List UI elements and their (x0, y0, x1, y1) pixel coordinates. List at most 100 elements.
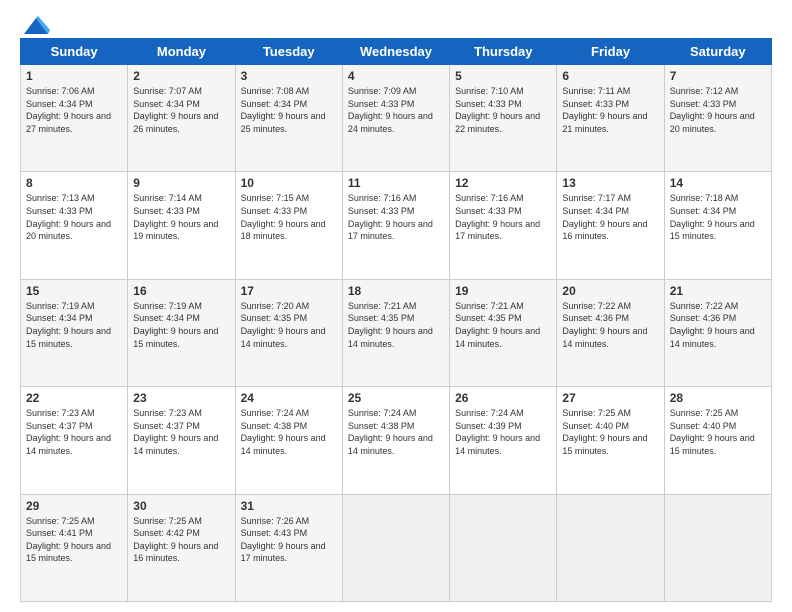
calendar-cell: 21 Sunrise: 7:22 AMSunset: 4:36 PMDayligh… (664, 279, 771, 386)
day-number: 9 (133, 176, 229, 190)
day-number: 7 (670, 69, 766, 83)
weekday-header: Wednesday (342, 39, 449, 65)
calendar-cell (557, 494, 664, 601)
day-info: Sunrise: 7:23 AMSunset: 4:37 PMDaylight:… (133, 407, 229, 457)
calendar-cell: 17Sunrise: 7:20 AMSunset: 4:35 PMDayligh… (235, 279, 342, 386)
day-number: 5 (455, 69, 551, 83)
day-info: Sunrise: 7:25 AMSunset: 4:42 PMDaylight:… (133, 515, 229, 565)
calendar-cell: 18 Sunrise: 7:21 AMSunset: 4:35 PMDayligh… (342, 279, 449, 386)
calendar-week-row: 15 Sunrise: 7:19 AMSunset: 4:34 PMDayligh… (21, 279, 772, 386)
day-info: Sunrise: 7:10 AMSunset: 4:33 PMDaylight:… (455, 85, 551, 135)
day-number: 11 (348, 176, 444, 190)
calendar-cell: 20 Sunrise: 7:22 AMSunset: 4:36 PMDayligh… (557, 279, 664, 386)
day-info: Sunrise: 7:08 AMSunset: 4:34 PMDaylight:… (241, 85, 337, 135)
weekday-header: Tuesday (235, 39, 342, 65)
day-number: 3 (241, 69, 337, 83)
calendar-cell: 13Sunrise: 7:17 AMSunset: 4:34 PMDayligh… (557, 172, 664, 279)
day-number: 15 (26, 284, 122, 298)
day-info: Sunrise: 7:21 AMSunset: 4:35 PMDaylight:… (455, 300, 551, 350)
calendar-cell: 25 Sunrise: 7:24 AMSunset: 4:38 PMDayligh… (342, 387, 449, 494)
day-number: 16 (133, 284, 229, 298)
day-number: 8 (26, 176, 122, 190)
calendar-header-row: SundayMondayTuesdayWednesdayThursdayFrid… (21, 39, 772, 65)
day-number: 30 (133, 499, 229, 513)
logo-text (20, 16, 50, 36)
calendar-cell: 26Sunrise: 7:24 AMSunset: 4:39 PMDayligh… (450, 387, 557, 494)
day-info: Sunrise: 7:16 AMSunset: 4:33 PMDaylight:… (455, 192, 551, 242)
calendar-body: 1Sunrise: 7:06 AMSunset: 4:34 PMDaylight… (21, 65, 772, 602)
calendar-cell: 7 Sunrise: 7:12 AMSunset: 4:33 PMDaylight… (664, 65, 771, 172)
day-number: 2 (133, 69, 229, 83)
day-info: Sunrise: 7:15 AMSunset: 4:33 PMDaylight:… (241, 192, 337, 242)
day-info: Sunrise: 7:21 AMSunset: 4:35 PMDaylight:… (348, 300, 444, 350)
calendar-cell: 22 Sunrise: 7:23 AMSunset: 4:37 PMDayligh… (21, 387, 128, 494)
day-number: 12 (455, 176, 551, 190)
day-info: Sunrise: 7:26 AMSunset: 4:43 PMDaylight:… (241, 515, 337, 565)
day-info: Sunrise: 7:19 AMSunset: 4:34 PMDaylight:… (26, 300, 122, 350)
day-number: 6 (562, 69, 658, 83)
day-info: Sunrise: 7:17 AMSunset: 4:34 PMDaylight:… (562, 192, 658, 242)
calendar-week-row: 1Sunrise: 7:06 AMSunset: 4:34 PMDaylight… (21, 65, 772, 172)
calendar-cell: 16Sunrise: 7:19 AMSunset: 4:34 PMDayligh… (128, 279, 235, 386)
calendar-week-row: 22 Sunrise: 7:23 AMSunset: 4:37 PMDayligh… (21, 387, 772, 494)
day-number: 20 (562, 284, 658, 298)
calendar-cell: 31 Sunrise: 7:26 AMSunset: 4:43 PMDayligh… (235, 494, 342, 601)
calendar-cell: 1Sunrise: 7:06 AMSunset: 4:34 PMDaylight… (21, 65, 128, 172)
calendar-cell: 4Sunrise: 7:09 AMSunset: 4:33 PMDaylight… (342, 65, 449, 172)
weekday-header: Friday (557, 39, 664, 65)
day-number: 1 (26, 69, 122, 83)
calendar-cell: 27 Sunrise: 7:25 AMSunset: 4:40 PMDayligh… (557, 387, 664, 494)
day-number: 14 (670, 176, 766, 190)
calendar-week-row: 8 Sunrise: 7:13 AMSunset: 4:33 PMDaylight… (21, 172, 772, 279)
day-info: Sunrise: 7:22 AMSunset: 4:36 PMDaylight:… (670, 300, 766, 350)
day-info: Sunrise: 7:07 AMSunset: 4:34 PMDaylight:… (133, 85, 229, 135)
calendar-cell: 8 Sunrise: 7:13 AMSunset: 4:33 PMDaylight… (21, 172, 128, 279)
weekday-header: Saturday (664, 39, 771, 65)
day-number: 25 (348, 391, 444, 405)
calendar-cell: 9 Sunrise: 7:14 AMSunset: 4:33 PMDaylight… (128, 172, 235, 279)
day-info: Sunrise: 7:22 AMSunset: 4:36 PMDaylight:… (562, 300, 658, 350)
day-number: 10 (241, 176, 337, 190)
day-number: 19 (455, 284, 551, 298)
calendar-cell: 29 Sunrise: 7:25 AMSunset: 4:41 PMDayligh… (21, 494, 128, 601)
day-info: Sunrise: 7:14 AMSunset: 4:33 PMDaylight:… (133, 192, 229, 242)
day-info: Sunrise: 7:13 AMSunset: 4:33 PMDaylight:… (26, 192, 122, 242)
calendar-cell: 24Sunrise: 7:24 AMSunset: 4:38 PMDayligh… (235, 387, 342, 494)
header (20, 16, 772, 32)
calendar-cell: 14 Sunrise: 7:18 AMSunset: 4:34 PMDayligh… (664, 172, 771, 279)
day-info: Sunrise: 7:18 AMSunset: 4:34 PMDaylight:… (670, 192, 766, 242)
calendar-cell: 3 Sunrise: 7:08 AMSunset: 4:34 PMDaylight… (235, 65, 342, 172)
day-number: 31 (241, 499, 337, 513)
calendar-cell: 23Sunrise: 7:23 AMSunset: 4:37 PMDayligh… (128, 387, 235, 494)
day-number: 28 (670, 391, 766, 405)
day-number: 29 (26, 499, 122, 513)
day-info: Sunrise: 7:23 AMSunset: 4:37 PMDaylight:… (26, 407, 122, 457)
day-number: 22 (26, 391, 122, 405)
day-number: 21 (670, 284, 766, 298)
calendar-cell: 10 Sunrise: 7:15 AMSunset: 4:33 PMDayligh… (235, 172, 342, 279)
weekday-header: Monday (128, 39, 235, 65)
calendar-cell: 28 Sunrise: 7:25 AMSunset: 4:40 PMDayligh… (664, 387, 771, 494)
day-info: Sunrise: 7:20 AMSunset: 4:35 PMDaylight:… (241, 300, 337, 350)
page: SundayMondayTuesdayWednesdayThursdayFrid… (0, 0, 792, 612)
day-number: 27 (562, 391, 658, 405)
day-info: Sunrise: 7:12 AMSunset: 4:33 PMDaylight:… (670, 85, 766, 135)
day-info: Sunrise: 7:25 AMSunset: 4:40 PMDaylight:… (670, 407, 766, 457)
weekday-header: Sunday (21, 39, 128, 65)
calendar-week-row: 29 Sunrise: 7:25 AMSunset: 4:41 PMDayligh… (21, 494, 772, 601)
day-info: Sunrise: 7:24 AMSunset: 4:38 PMDaylight:… (348, 407, 444, 457)
calendar-cell: 19 Sunrise: 7:21 AMSunset: 4:35 PMDayligh… (450, 279, 557, 386)
calendar-cell: 6 Sunrise: 7:11 AMSunset: 4:33 PMDaylight… (557, 65, 664, 172)
day-info: Sunrise: 7:11 AMSunset: 4:33 PMDaylight:… (562, 85, 658, 135)
day-number: 24 (241, 391, 337, 405)
day-info: Sunrise: 7:16 AMSunset: 4:33 PMDaylight:… (348, 192, 444, 242)
day-info: Sunrise: 7:09 AMSunset: 4:33 PMDaylight:… (348, 85, 444, 135)
day-info: Sunrise: 7:24 AMSunset: 4:39 PMDaylight:… (455, 407, 551, 457)
day-info: Sunrise: 7:25 AMSunset: 4:40 PMDaylight:… (562, 407, 658, 457)
day-info: Sunrise: 7:25 AMSunset: 4:41 PMDaylight:… (26, 515, 122, 565)
calendar-cell: 12 Sunrise: 7:16 AMSunset: 4:33 PMDayligh… (450, 172, 557, 279)
weekday-header: Thursday (450, 39, 557, 65)
day-number: 18 (348, 284, 444, 298)
calendar-cell (664, 494, 771, 601)
calendar-cell: 15 Sunrise: 7:19 AMSunset: 4:34 PMDayligh… (21, 279, 128, 386)
